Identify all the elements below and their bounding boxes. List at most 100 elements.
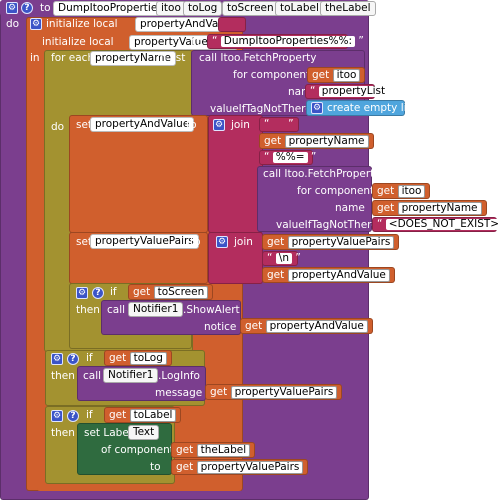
set1-to: to	[186, 119, 197, 131]
var-propertyvaluepairs[interactable]: propertyValuePairs	[230, 386, 338, 399]
var-thelabel[interactable]: theLabel	[196, 444, 251, 457]
fetch2-if-string[interactable]: “ <DOES_NOT_EXIST> ”	[372, 217, 500, 232]
fetch1-name-string[interactable]: “ propertyList	[305, 84, 389, 99]
foreach-in-list: in list	[157, 52, 186, 64]
if3-get-thelabel[interactable]: get theLabel	[171, 442, 256, 458]
help-icon[interactable]: ?	[21, 2, 33, 14]
if1-if: if	[110, 286, 117, 298]
join1-percent-text[interactable]: %%=	[272, 152, 308, 163]
get-label: get	[109, 409, 127, 421]
if3-get-tolabel[interactable]: get toLabel	[104, 407, 182, 423]
get-label: get	[377, 202, 395, 214]
set2-to: to	[190, 236, 201, 248]
param-toscreen[interactable]: toScreen	[222, 1, 279, 16]
join2-newline-string[interactable]: “ \n ”	[262, 251, 301, 266]
join1-empty-string[interactable]: “ ”	[259, 117, 299, 132]
init2-value-string[interactable]: “ DumpItooProperties%%: ”	[207, 34, 364, 49]
fetch2-name-label: name	[335, 202, 365, 214]
gear-icon[interactable]: ⚙	[30, 18, 42, 30]
if1-get-propertyandvalue[interactable]: get propertyAndValue	[240, 318, 373, 334]
init1-label: initialize local	[46, 18, 118, 30]
var-propertyvaluepairs[interactable]: propertyValuePairs	[287, 236, 395, 249]
gear-icon[interactable]: ⚙	[76, 287, 88, 299]
if1-component[interactable]: Notifier1	[128, 302, 184, 317]
fetch2-call: call Itoo.FetchProperty	[263, 168, 381, 180]
get-label: get	[267, 236, 285, 248]
get-label: get	[245, 320, 263, 332]
fetch2-component-label: for component	[297, 185, 375, 197]
get-label: get	[267, 269, 285, 281]
fetch1-call: call Itoo.FetchProperty	[199, 52, 317, 64]
foreach-label: for each	[51, 52, 95, 64]
if3-get-propertyvaluepairs[interactable]: get propertyValuePairs	[171, 459, 309, 475]
var-propertyname[interactable]: propertyName	[397, 202, 482, 215]
foreach-do: do	[51, 121, 65, 133]
set1-var[interactable]: propertyAndValue	[90, 117, 195, 132]
if3-property[interactable]: Text	[128, 425, 160, 440]
if3-if: if	[86, 409, 93, 421]
fetch1-name-text[interactable]: propertyList	[318, 86, 389, 97]
get-label: get	[133, 286, 151, 298]
gear-icon[interactable]: ⚙	[311, 102, 323, 114]
init2-value-text[interactable]: DumpItooProperties%%:	[220, 36, 356, 47]
if2-component[interactable]: Notifier1	[103, 368, 159, 383]
join2-newline-text[interactable]: \n	[275, 253, 292, 264]
gear-icon[interactable]: ⚙	[216, 236, 228, 248]
help-icon[interactable]: ?	[67, 410, 79, 422]
fetch2-if-label: valueIfTagNotThere	[276, 219, 378, 231]
if2-get-tolog[interactable]: get toLog	[104, 350, 172, 366]
procedure-do-label: do	[6, 18, 20, 30]
join-block-1[interactable]	[208, 115, 263, 233]
help-icon[interactable]: ?	[67, 353, 79, 365]
var-propertyvaluepairs[interactable]: propertyValuePairs	[196, 461, 304, 474]
param-itoo[interactable]: itoo	[156, 1, 186, 16]
join1-label: join	[231, 119, 250, 131]
get-label: get	[312, 69, 330, 81]
var-toscreen[interactable]: toScreen	[153, 286, 209, 299]
fetch1-if-label: valueIfTagNotThere	[210, 103, 312, 115]
get-label: get	[176, 444, 194, 456]
var-itoo[interactable]: itoo	[332, 69, 361, 82]
var-tolog[interactable]: toLog	[129, 352, 167, 365]
if1-notice-label: notice	[204, 321, 237, 333]
param-thelabel[interactable]: theLabel	[320, 1, 376, 16]
gear-icon[interactable]: ⚙	[51, 410, 63, 422]
if3-to-label: to	[150, 461, 161, 473]
if1-get-toscreen[interactable]: get toScreen	[128, 284, 214, 300]
if3-component-label: of component	[101, 444, 174, 456]
var-propertyandvalue[interactable]: propertyAndValue	[265, 320, 368, 333]
set2-var[interactable]: propertyValuePairs	[90, 234, 199, 249]
gear-icon[interactable]: ⚙	[6, 2, 18, 14]
var-itoo[interactable]: itoo	[397, 185, 426, 198]
var-propertyandvalue[interactable]: propertyAndValue	[287, 269, 390, 282]
procedure-name-field[interactable]: DumpItooProperties	[53, 1, 168, 16]
join1-get-propertyname[interactable]: get propertyName	[259, 133, 374, 149]
fetch2-if-text[interactable]: <DOES_NOT_EXIST>	[385, 219, 500, 230]
fetch2-get-propertyname[interactable]: get propertyName	[372, 200, 487, 216]
help-icon[interactable]: ?	[92, 287, 104, 299]
join1-percent-string[interactable]: “ %%= ”	[259, 150, 316, 165]
init1-value-string[interactable]	[218, 17, 246, 32]
set-property-and-value-block[interactable]	[69, 115, 208, 233]
gear-icon[interactable]: ⚙	[51, 353, 63, 365]
if3-then: then	[51, 427, 75, 439]
if1-method: .ShowAlert	[183, 304, 240, 316]
fetch2-get-itoo[interactable]: get itoo	[372, 183, 431, 199]
get-label: get	[377, 185, 395, 197]
procedure-to-label: to	[40, 2, 51, 14]
get-label: get	[176, 461, 194, 473]
join2-get-propertyandvalue[interactable]: get propertyAndValue	[262, 267, 395, 283]
param-tolabel[interactable]: toLabel	[275, 1, 324, 16]
init2-in-label: in	[30, 52, 40, 64]
if1-call: call	[107, 304, 126, 316]
fetch1-component-label: for component	[233, 69, 311, 81]
join2-get-propertyvaluepairs[interactable]: get propertyValuePairs	[262, 234, 400, 250]
if2-message-label: message	[155, 387, 203, 399]
fetch1-get-itoo[interactable]: get itoo	[307, 67, 366, 83]
create-empty-list-label: create empty list	[327, 102, 417, 114]
var-propertyname[interactable]: propertyName	[284, 135, 369, 148]
gear-icon[interactable]: ⚙	[213, 119, 225, 131]
if2-get-propertyvaluepairs[interactable]: get propertyValuePairs	[205, 384, 343, 400]
param-tolog[interactable]: toLog	[183, 1, 223, 16]
var-tolabel[interactable]: toLabel	[129, 409, 177, 422]
